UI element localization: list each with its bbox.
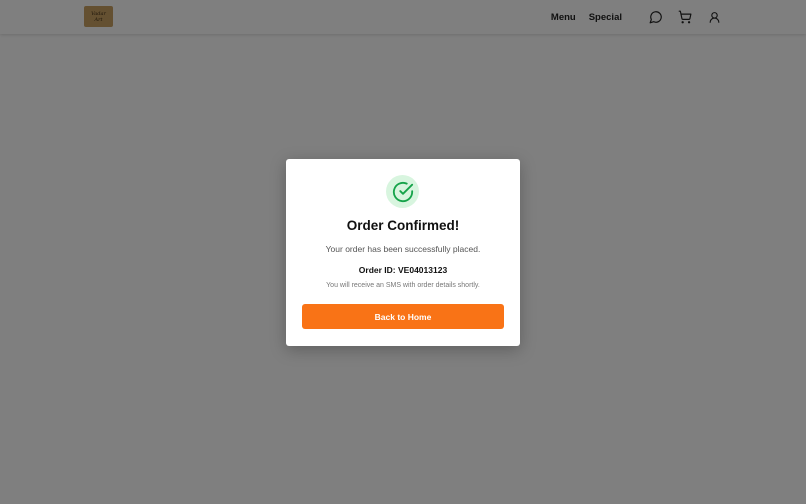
back-to-home-button[interactable]: Back to Home (302, 304, 504, 329)
dialog-message: Your order has been successfully placed. (325, 244, 481, 254)
order-id: Order ID: VE04013123 (286, 265, 520, 275)
order-confirmation-dialog: Order Confirmed! Your order has been suc… (286, 159, 520, 346)
dialog-title: Order Confirmed! (346, 218, 460, 233)
order-id-value: VE04013123 (398, 265, 448, 275)
order-id-label: Order ID: (358, 265, 396, 275)
check-circle-icon (386, 175, 419, 208)
sms-note: You will receive an SMS with order detai… (326, 282, 480, 289)
